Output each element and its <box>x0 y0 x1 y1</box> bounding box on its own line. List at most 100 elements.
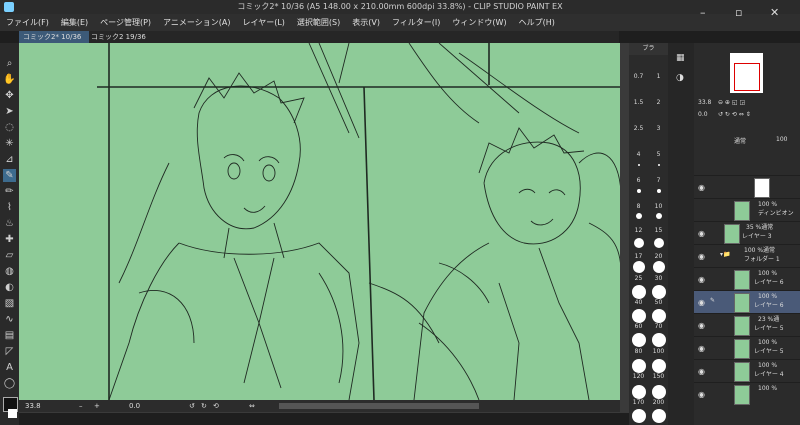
brush-dot[interactable] <box>653 261 665 273</box>
brush-dot[interactable] <box>652 359 666 373</box>
brush-dot[interactable] <box>656 213 662 219</box>
rotate-right-icon[interactable]: ↻ <box>201 400 207 412</box>
rotate-icons[interactable]: ↺ ↻ ⟲ ⇔ ⇕ <box>718 111 751 118</box>
rotate-left-icon[interactable]: ↺ <box>189 400 195 412</box>
zoom-in-icon[interactable]: + <box>94 400 100 412</box>
eye-icon[interactable]: ◉ <box>698 367 705 376</box>
blend-mode[interactable]: 通常 <box>734 136 746 145</box>
brush-dot[interactable] <box>658 164 660 166</box>
eye-icon[interactable]: ◉ <box>698 183 705 192</box>
brush-size-label[interactable]: 1.5 <box>629 99 648 106</box>
brush-dot[interactable] <box>634 238 644 248</box>
eye-icon[interactable]: ◉ <box>698 390 705 399</box>
eye-icon[interactable]: ◉ <box>698 275 705 284</box>
fill-icon[interactable]: ◐ <box>3 281 16 294</box>
layer-row[interactable]: ◉ ▾📁 100 %通常 フォルダー 1 <box>694 244 800 267</box>
brush-size-label[interactable]: 25 <box>629 275 648 282</box>
move-icon[interactable]: ✥ <box>3 89 16 102</box>
brush-size-label[interactable]: 20 <box>649 253 668 260</box>
brush-dot[interactable] <box>632 409 646 423</box>
menu-animation[interactable]: アニメーション(A) <box>157 14 236 31</box>
vertical-scrollbar[interactable] <box>620 43 629 413</box>
frame-icon[interactable]: ▤ <box>3 329 16 342</box>
tab-doc-1[interactable]: コミック2* 10/36 ✕ <box>19 31 89 53</box>
brush-dot[interactable] <box>638 164 640 166</box>
brush-size-label[interactable]: 17 <box>629 253 648 260</box>
eye-icon[interactable]: ◉ <box>698 252 705 261</box>
brush-size-label[interactable]: 60 <box>629 323 648 330</box>
blend-icon[interactable]: ◍ <box>3 265 16 278</box>
ruler-icon[interactable]: ◸ <box>3 345 16 358</box>
menu-view[interactable]: 表示(V) <box>346 14 386 31</box>
layer-row[interactable]: ◉ 100 % レイヤー 5 <box>694 336 800 359</box>
navigator-viewport[interactable] <box>734 63 760 91</box>
menu-window[interactable]: ウィンドウ(W) <box>446 14 512 31</box>
airbrush-icon[interactable]: ♨ <box>3 217 16 230</box>
eye-icon[interactable]: ◉ <box>698 321 705 330</box>
lasso-icon[interactable]: ◌ <box>3 121 16 134</box>
brush-size-label[interactable]: 15 <box>649 227 668 234</box>
layer-row[interactable]: ◉ 100 % レイヤー 6 <box>694 267 800 290</box>
reset-rotation-icon[interactable]: ⟲ <box>213 400 219 412</box>
brush-dot[interactable] <box>632 309 646 323</box>
brush-size-label[interactable]: 100 <box>649 348 668 355</box>
navigator-angle[interactable]: 0.0 <box>698 111 708 118</box>
brush-dot[interactable] <box>657 189 661 193</box>
menu-file[interactable]: ファイル(F) <box>0 14 55 31</box>
brush-size-label[interactable]: 8 <box>629 203 648 210</box>
brush-size-label[interactable]: 5 <box>649 151 668 158</box>
eyedropper-icon[interactable]: ⊿ <box>3 153 16 166</box>
layer-row[interactable]: ◉ 100 % レイヤー 4 <box>694 359 800 382</box>
brush-size-label[interactable]: 2 <box>649 99 668 106</box>
zoom-icon[interactable]: ⌕ <box>3 57 16 70</box>
brush-dot[interactable] <box>633 261 645 273</box>
eye-icon[interactable]: ◉ <box>698 298 705 307</box>
eye-icon[interactable]: ◉ <box>698 229 705 238</box>
layer-property-icon[interactable]: ▦ <box>676 53 685 63</box>
pencil-icon[interactable]: ✏ <box>3 185 16 198</box>
brush-size-label[interactable]: 70 <box>649 323 668 330</box>
brush-size-label[interactable]: 4 <box>629 151 648 158</box>
brush-size-label[interactable]: 2.5 <box>629 125 648 132</box>
brush-size-label[interactable]: 3 <box>649 125 668 132</box>
angle-value[interactable]: 0.0 <box>129 400 140 412</box>
brush-dot[interactable] <box>632 359 646 373</box>
brush-icon[interactable]: ⌇ <box>3 201 16 214</box>
brush-size-label[interactable]: 80 <box>629 348 648 355</box>
text-icon[interactable]: A <box>3 361 16 374</box>
zoom-value[interactable]: 33.8 <box>25 400 41 412</box>
close-button[interactable]: ✕ <box>770 6 779 19</box>
brush-dot[interactable] <box>652 285 666 299</box>
sub-color-swatch[interactable] <box>8 409 17 418</box>
magic-wand-icon[interactable]: ✳ <box>3 137 16 150</box>
zoom-icons[interactable]: ⊖ ⊕ ◱ ◲ <box>718 99 745 106</box>
layer-row[interactable]: ◉ 35 %通常 レイヤー 3 <box>694 221 800 244</box>
brush-size-label[interactable]: 200 <box>649 399 668 406</box>
layer-row[interactable]: ◉ 100 % <box>694 382 800 405</box>
brush-size-label[interactable]: 170 <box>629 399 648 406</box>
figure-icon[interactable]: ∿ <box>3 313 16 326</box>
brush-dot[interactable] <box>652 385 666 399</box>
horizontal-scrollbar[interactable] <box>279 403 479 409</box>
brush-size-label[interactable]: 6 <box>629 177 648 184</box>
brush-size-label[interactable]: 12 <box>629 227 648 234</box>
menu-filter[interactable]: フィルター(I) <box>386 14 446 31</box>
brush-size-label[interactable]: 120 <box>629 373 648 380</box>
brush-dot[interactable] <box>652 309 666 323</box>
brush-dot[interactable] <box>637 189 641 193</box>
menu-selection[interactable]: 選択範囲(S) <box>291 14 346 31</box>
brush-size-label[interactable]: 7 <box>649 177 668 184</box>
layer-opacity[interactable]: 100 <box>776 136 787 143</box>
brush-dot[interactable] <box>652 409 666 423</box>
menu-help[interactable]: ヘルプ(H) <box>513 14 561 31</box>
brush-size-label[interactable]: 0.7 <box>629 73 648 80</box>
layer-row[interactable]: ◉ <box>694 175 800 198</box>
menu-edit[interactable]: 編集(E) <box>55 14 94 31</box>
navigator-preview[interactable] <box>730 53 763 93</box>
brush-dot[interactable] <box>654 238 664 248</box>
sketch-canvas[interactable] <box>19 43 621 413</box>
hand-icon[interactable]: ✋ <box>3 73 16 86</box>
eye-icon[interactable]: ◉ <box>698 344 705 353</box>
balloon-icon[interactable]: ◯ <box>3 377 16 390</box>
object-select-icon[interactable]: ➤ <box>3 105 16 118</box>
